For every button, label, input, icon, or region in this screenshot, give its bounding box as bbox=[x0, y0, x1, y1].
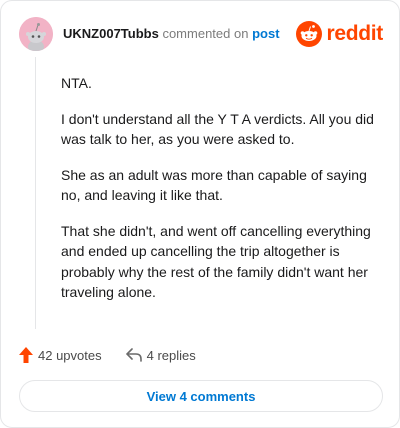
comment-actions: 42 upvotes 4 replies bbox=[19, 345, 196, 365]
comment-card: UKNZ007Tubbs commented on post reddit NT… bbox=[0, 0, 400, 428]
reddit-snoo-icon bbox=[296, 21, 323, 47]
reddit-wordmark: reddit bbox=[326, 22, 383, 45]
upvote-arrow-icon bbox=[19, 347, 33, 363]
username[interactable]: UKNZ007Tubbs bbox=[63, 26, 159, 41]
thread-line[interactable] bbox=[35, 57, 36, 329]
comment-paragraph: That she didn't, and went off cancelling… bbox=[61, 222, 371, 301]
reply-button[interactable]: 4 replies bbox=[125, 347, 196, 363]
snoo-avatar-icon bbox=[19, 17, 53, 51]
comment-paragraph: NTA. bbox=[61, 75, 92, 91]
comment-paragraph: I don't understand all the Y T A verdict… bbox=[61, 110, 374, 148]
reply-count: 4 replies bbox=[146, 347, 196, 363]
upvote-count: 42 upvotes bbox=[38, 347, 102, 363]
comment-header: UKNZ007Tubbs commented on post reddit bbox=[19, 17, 383, 51]
comment-body: NTA. I don't understand all the Y T A ve… bbox=[61, 73, 377, 318]
reply-arrow-icon bbox=[125, 348, 142, 362]
upvote-button[interactable]: 42 upvotes bbox=[19, 347, 102, 363]
view-comments-button[interactable]: View 4 comments bbox=[19, 380, 383, 412]
post-link[interactable]: post bbox=[252, 26, 279, 41]
comment-meta: UKNZ007Tubbs commented on post bbox=[63, 26, 280, 41]
comment-paragraph: She as an adult was more than capable of… bbox=[61, 166, 367, 204]
user-avatar[interactable] bbox=[19, 17, 53, 51]
commented-on-text: commented on bbox=[162, 26, 249, 41]
reddit-logo[interactable]: reddit bbox=[296, 20, 383, 48]
